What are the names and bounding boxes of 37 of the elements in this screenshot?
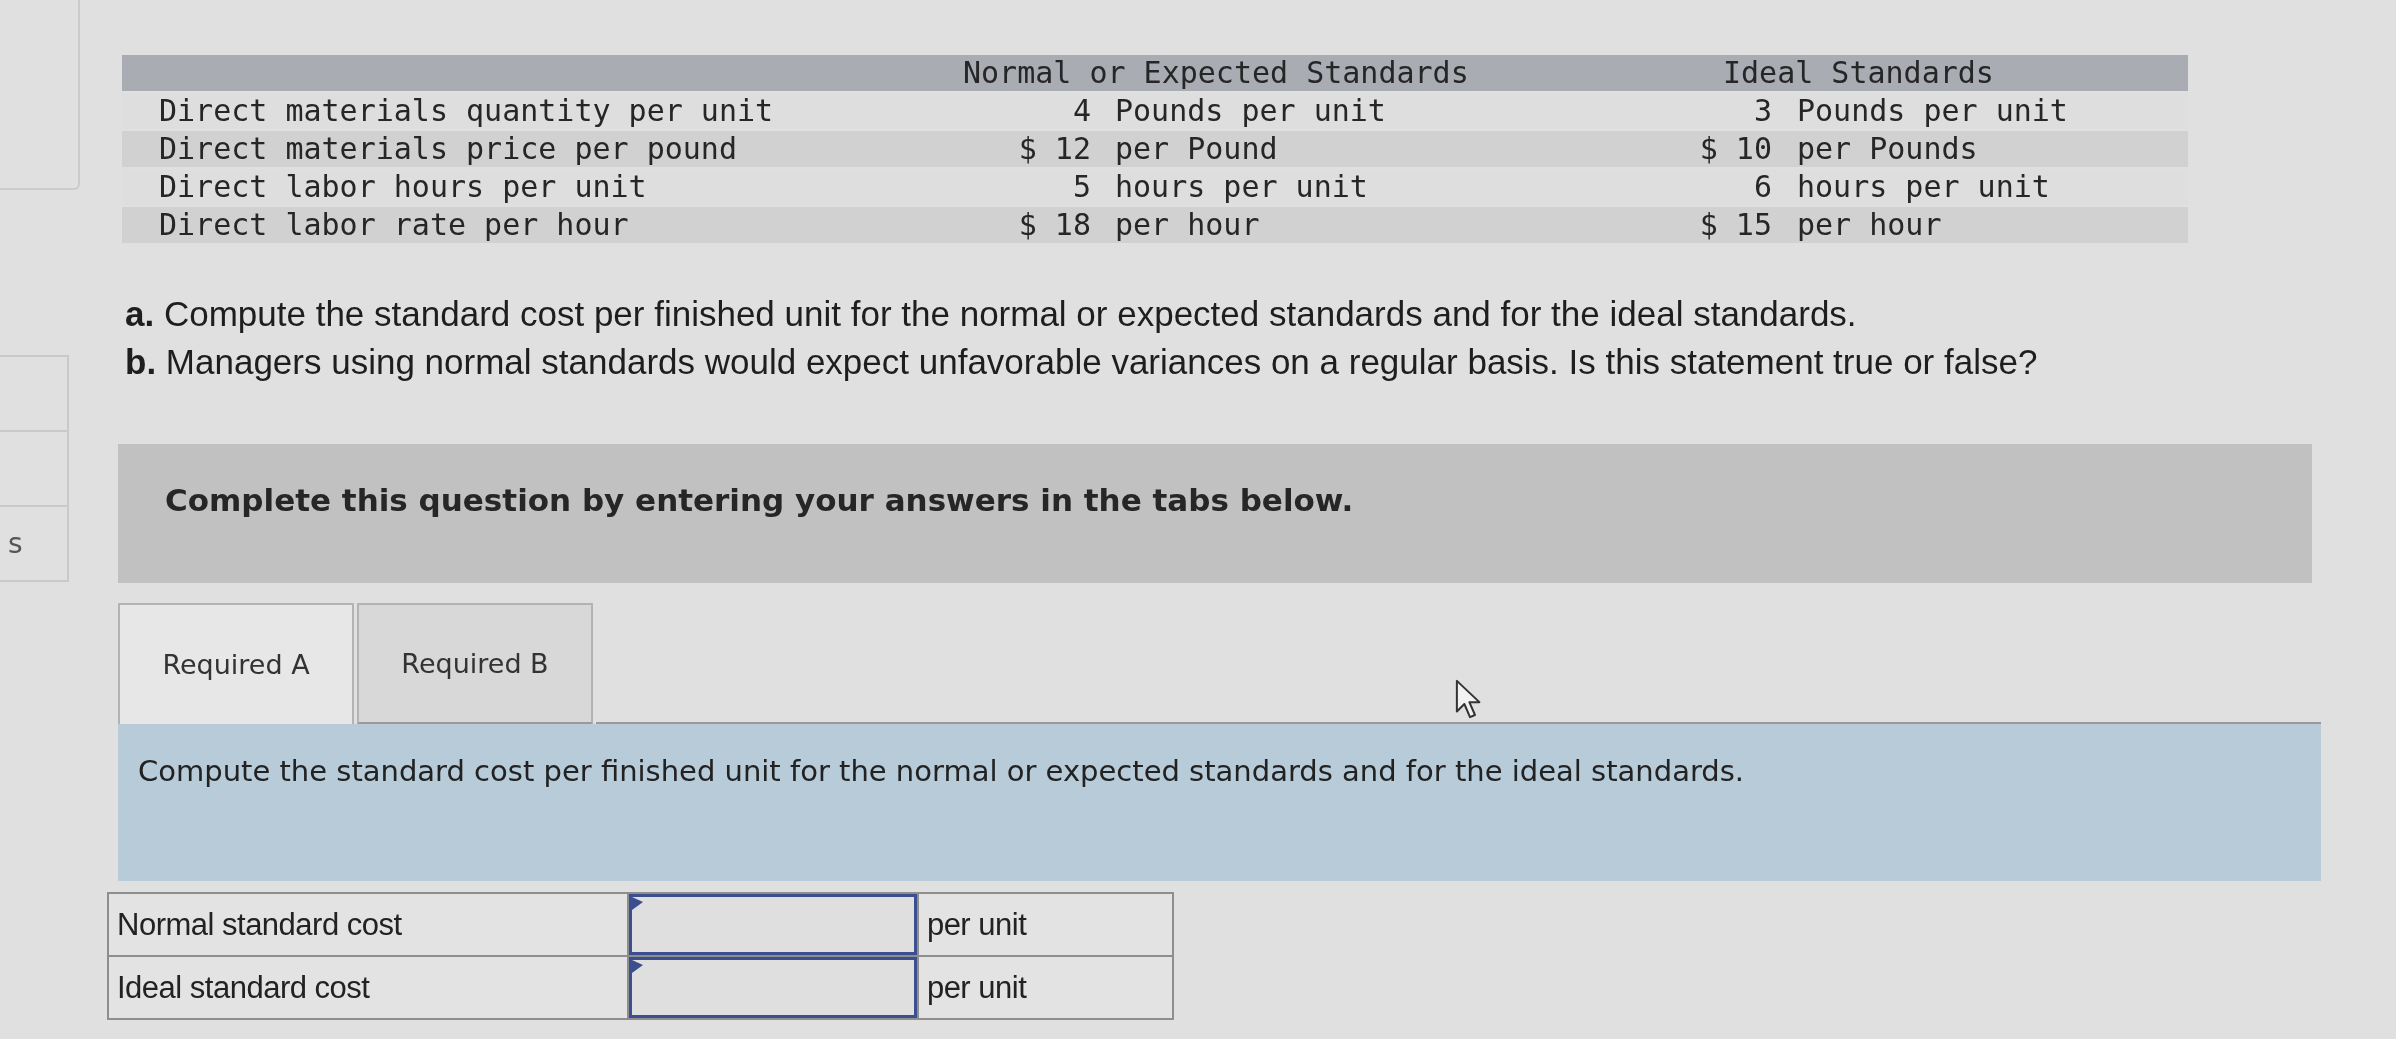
tab[interactable]: Required B — [357, 603, 593, 724]
table-cell-text: 5 — [1071, 169, 1091, 205]
row-label: Direct materials quantity per unit — [158, 93, 775, 129]
table-cell-text: 4 — [1071, 93, 1091, 129]
question-text: a. Compute the standard cost per finished unit for the normal or expected standards and for the ideal standards. — [125, 293, 1858, 335]
column-header: Normal or Expected Standards — [963, 55, 1470, 91]
table-cell-text: $ 10 — [1698, 131, 1772, 167]
row-label: Direct labor rate per hour — [158, 207, 630, 243]
column-header: Ideal Standards — [1722, 55, 1995, 91]
instruction-text: Complete this question by entering your answers in the tabs below. — [165, 482, 1354, 518]
table-cell: Ideal standard cost — [108, 956, 628, 1019]
row-label: Direct materials price per pound — [158, 131, 738, 167]
question-text: b. Managers using normal standards would expect unfavorable variances on a regular basis. Is this statement true or false? — [125, 341, 2039, 383]
flag-marker-icon — [631, 960, 643, 973]
prompt-text: Compute the standard cost per finished unit for the normal or expected standards and for the ideal standards. — [138, 754, 1745, 788]
answer-field[interactable] — [628, 957, 917, 1018]
table-cell: Normal standard cost — [108, 893, 628, 956]
table-cell-text: per hour — [1796, 207, 1943, 243]
table-cell-text: per Pound — [1114, 131, 1279, 167]
side-panel-text: s — [8, 527, 23, 560]
answer-field[interactable] — [628, 894, 917, 955]
table-cell-text: 6 — [1752, 169, 1772, 205]
tab[interactable]: Required A — [118, 603, 354, 724]
table-cell-text: Pounds per unit — [1114, 93, 1387, 129]
table-cell-text: Pounds per unit — [1796, 93, 2069, 129]
table-cell-text: hours per unit — [1796, 169, 2051, 205]
flag-marker-icon — [631, 897, 643, 910]
table-cell-text: per Pounds — [1796, 131, 1979, 167]
table-cell-text: $ 15 — [1698, 207, 1772, 243]
table-cell-text: $ 12 — [1017, 131, 1091, 167]
table-cell-text: 3 — [1752, 93, 1772, 129]
table-cell: per unit — [917, 893, 1173, 956]
table-cell-text: $ 18 — [1017, 207, 1091, 243]
table-cell-text: per hour — [1114, 207, 1261, 243]
table-cell-text: hours per unit — [1114, 169, 1369, 205]
table-cell: per unit — [917, 956, 1173, 1019]
row-label: Direct labor hours per unit — [158, 169, 648, 205]
